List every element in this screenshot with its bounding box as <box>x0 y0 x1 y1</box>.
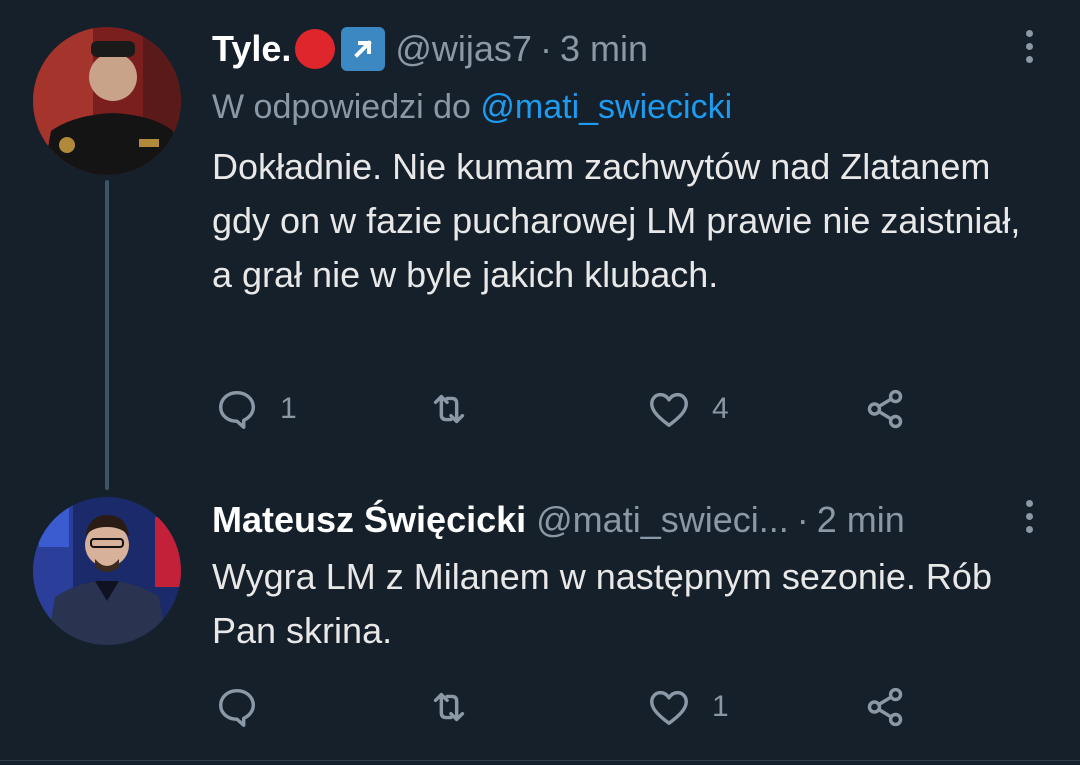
more-vertical-icon[interactable] <box>1023 500 1035 540</box>
like-button[interactable]: 4 <box>646 384 729 434</box>
arrow-up-right-icon <box>341 27 386 71</box>
tweet-timestamp[interactable]: 3 min <box>560 27 648 71</box>
more-vertical-icon[interactable] <box>1023 30 1035 70</box>
reply-icon <box>218 688 256 727</box>
heart-icon <box>650 690 688 726</box>
avatar-mati-swiecicki[interactable] <box>33 497 181 645</box>
author-name[interactable]: Mateusz Święcicki <box>212 498 526 542</box>
tweet-text: Dokładnie. Nie kumam zachwytów nad Zlata… <box>212 146 1021 295</box>
tweet-header: Tyle. @wijas7 · 3 min <box>212 27 648 71</box>
like-count: 4 <box>712 392 729 425</box>
divider <box>0 760 1080 761</box>
tweet-text: Wygra LM z Milanem w następnym sezonie. … <box>212 556 992 651</box>
reply-context: W odpowiedzi do @mati_swiecicki <box>212 85 732 129</box>
reply-button[interactable]: 1 <box>214 384 297 434</box>
like-button[interactable]: 1 <box>646 682 729 732</box>
author-name[interactable]: Tyle. <box>212 27 291 71</box>
avatar-image <box>33 27 181 175</box>
avatar-image <box>33 497 181 645</box>
reply-button[interactable] <box>214 682 280 732</box>
share-button[interactable] <box>862 384 908 434</box>
tweet-timestamp[interactable]: 2 min <box>817 498 905 542</box>
reply-mention-link[interactable]: @mati_swiecicki <box>480 88 732 126</box>
author-handle[interactable]: @mati_swieci... <box>536 498 789 542</box>
tweet-header: Mateusz Święcicki @mati_swieci... · 2 mi… <box>212 498 905 542</box>
reply-icon <box>218 390 256 429</box>
separator-dot: · <box>796 499 809 540</box>
author-handle[interactable]: @wijas7 <box>395 27 532 71</box>
share-icon <box>867 389 903 429</box>
tweet-actions: 1 4 <box>212 384 932 434</box>
retweet-icon <box>433 692 465 722</box>
retweet-icon <box>433 394 465 424</box>
tweet-actions: 1 <box>212 682 932 732</box>
reply-count: 1 <box>280 392 297 425</box>
tweet-wijas7[interactable]: Tyle. @wijas7 · 3 min W odpowiedzi do @m… <box>0 0 1080 470</box>
reply-prefix: W odpowiedzi do <box>212 88 471 126</box>
avatar-wijas7[interactable] <box>33 27 181 175</box>
separator-dot: · <box>539 28 552 69</box>
red-circle-icon <box>295 29 336 69</box>
heart-icon <box>650 392 688 428</box>
share-button[interactable] <box>862 682 908 732</box>
share-icon <box>867 687 903 727</box>
tweet-mati-swiecicki[interactable]: Mateusz Święcicki @mati_swieci... · 2 mi… <box>0 470 1080 765</box>
retweet-button[interactable] <box>426 682 492 732</box>
like-count: 1 <box>712 690 729 723</box>
retweet-button[interactable] <box>426 384 492 434</box>
